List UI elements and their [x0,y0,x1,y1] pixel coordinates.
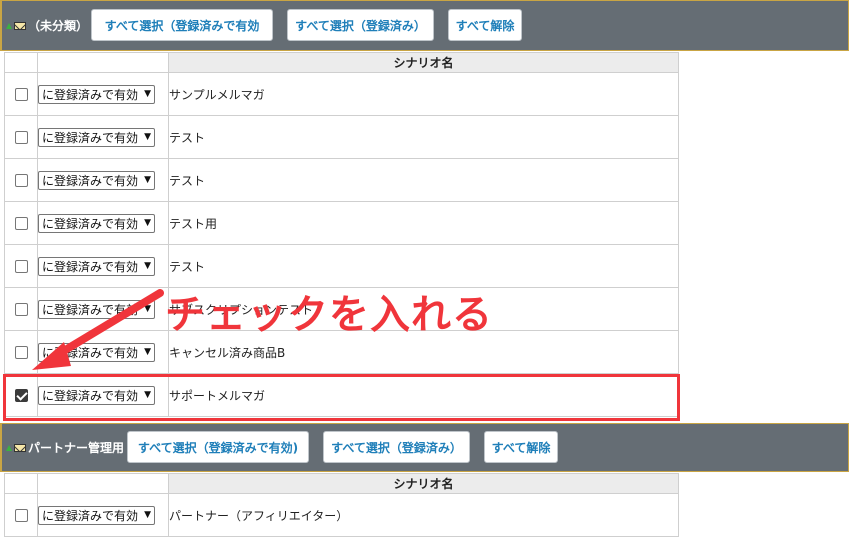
select-value: に登録済みで有効 [42,302,139,317]
chevron-down-icon: ▼ [144,510,151,520]
registration-status-select[interactable]: に登録済みで有効 ▼ [38,170,155,190]
select-all-registered-button[interactable]: すべて選択（登録済み） [287,9,434,41]
scenario-table-partner: シナリオ名 に登録済みで有効 ▼ パートナー（アフィリエイター） [4,473,679,537]
group-icons [6,443,26,452]
row-checkbox[interactable] [14,346,28,359]
row-checkbox[interactable] [14,217,28,230]
scenario-table-unclassified: シナリオ名 に登録済みで有効 ▼ サンプルメルマガ に登録済みで有効 ▼ テスト に… [4,52,679,417]
select-all-valid-button[interactable]: すべて選択（登録済みで有効) [127,431,309,463]
deselect-all-button[interactable]: すべて解除 [448,9,522,41]
header-blank [4,473,38,494]
table-row: に登録済みで有効 ▼ テスト [4,158,679,202]
select-all-registered-button[interactable]: すべて選択（登録済み） [323,431,470,463]
group-icons [6,21,26,30]
registration-status-select[interactable]: に登録済みで有効 ▼ [38,213,155,233]
registration-status-select[interactable]: に登録済みで有効 ▼ [38,385,155,405]
row-checkbox[interactable] [14,303,28,316]
select-value: に登録済みで有効 [42,259,139,274]
header-blank [37,52,169,73]
select-value: に登録済みで有効 [42,173,139,188]
group-title: パートナー管理用 [28,441,125,455]
registration-status-select[interactable]: に登録済みで有効 ▼ [38,505,155,525]
row-checkbox[interactable] [14,88,28,101]
expand-triangle-icon[interactable] [6,22,12,29]
scenario-name: テスト [168,158,679,202]
chevron-down-icon: ▼ [144,89,151,99]
chevron-down-icon: ▼ [144,347,151,357]
mail-envelope-icon [14,21,26,30]
deselect-all-button[interactable]: すべて解除 [484,431,558,463]
group-title: （未分類） [28,19,89,33]
chevron-down-icon: ▼ [144,175,151,185]
expand-triangle-icon[interactable] [6,444,12,451]
mail-envelope-icon [14,443,26,452]
select-value: に登録済みで有効 [42,508,139,523]
scenario-name: サポートメルマガ [168,373,679,417]
chevron-down-icon: ▼ [144,304,151,314]
header-blank [4,52,38,73]
registration-status-select[interactable]: に登録済みで有効 ▼ [38,127,155,147]
select-all-valid-button[interactable]: すべて選択（登録済みで有効 [91,9,273,41]
table-row: に登録済みで有効 ▼ テスト [4,115,679,159]
chevron-down-icon: ▼ [144,261,151,271]
table-header-row: シナリオ名 [4,473,679,494]
chevron-down-icon: ▼ [144,132,151,142]
table-header-row: シナリオ名 [4,52,679,73]
registration-status-select[interactable]: に登録済みで有効 ▼ [38,299,155,319]
chevron-down-icon: ▼ [144,390,151,400]
select-value: に登録済みで有効 [42,87,139,102]
column-header-scenario-name: シナリオ名 [168,473,679,494]
chevron-down-icon: ▼ [144,218,151,228]
row-checkbox[interactable] [14,260,28,273]
scenario-name: テスト用 [168,201,679,245]
column-header-scenario-name: シナリオ名 [168,52,679,73]
table-row: に登録済みで有効 ▼ パートナー（アフィリエイター） [4,493,679,537]
header-blank [37,473,169,494]
registration-status-select[interactable]: に登録済みで有効 ▼ [38,256,155,276]
row-checkbox[interactable] [14,131,28,144]
scenario-name: テスト [168,115,679,159]
scenario-name: パートナー（アフィリエイター） [168,493,679,537]
row-checkbox[interactable] [14,174,28,187]
select-value: に登録済みで有効 [42,216,139,231]
table-row: に登録済みで有効 ▼ サンプルメルマガ [4,72,679,116]
table-row: に登録済みで有効 ▼ テスト用 [4,201,679,245]
row-checkbox-checked[interactable] [14,389,28,402]
annotation-text: チェックを入れる [165,292,493,338]
select-value: に登録済みで有効 [42,345,139,360]
scenario-name: サンプルメルマガ [168,72,679,116]
select-value: に登録済みで有効 [42,388,139,403]
registration-status-select[interactable]: に登録済みで有効 ▼ [38,84,155,104]
table-row-selected: に登録済みで有効 ▼ サポートメルマガ [4,373,679,417]
select-value: に登録済みで有効 [42,130,139,145]
row-checkbox[interactable] [14,509,28,522]
registration-status-select[interactable]: に登録済みで有効 ▼ [38,342,155,362]
